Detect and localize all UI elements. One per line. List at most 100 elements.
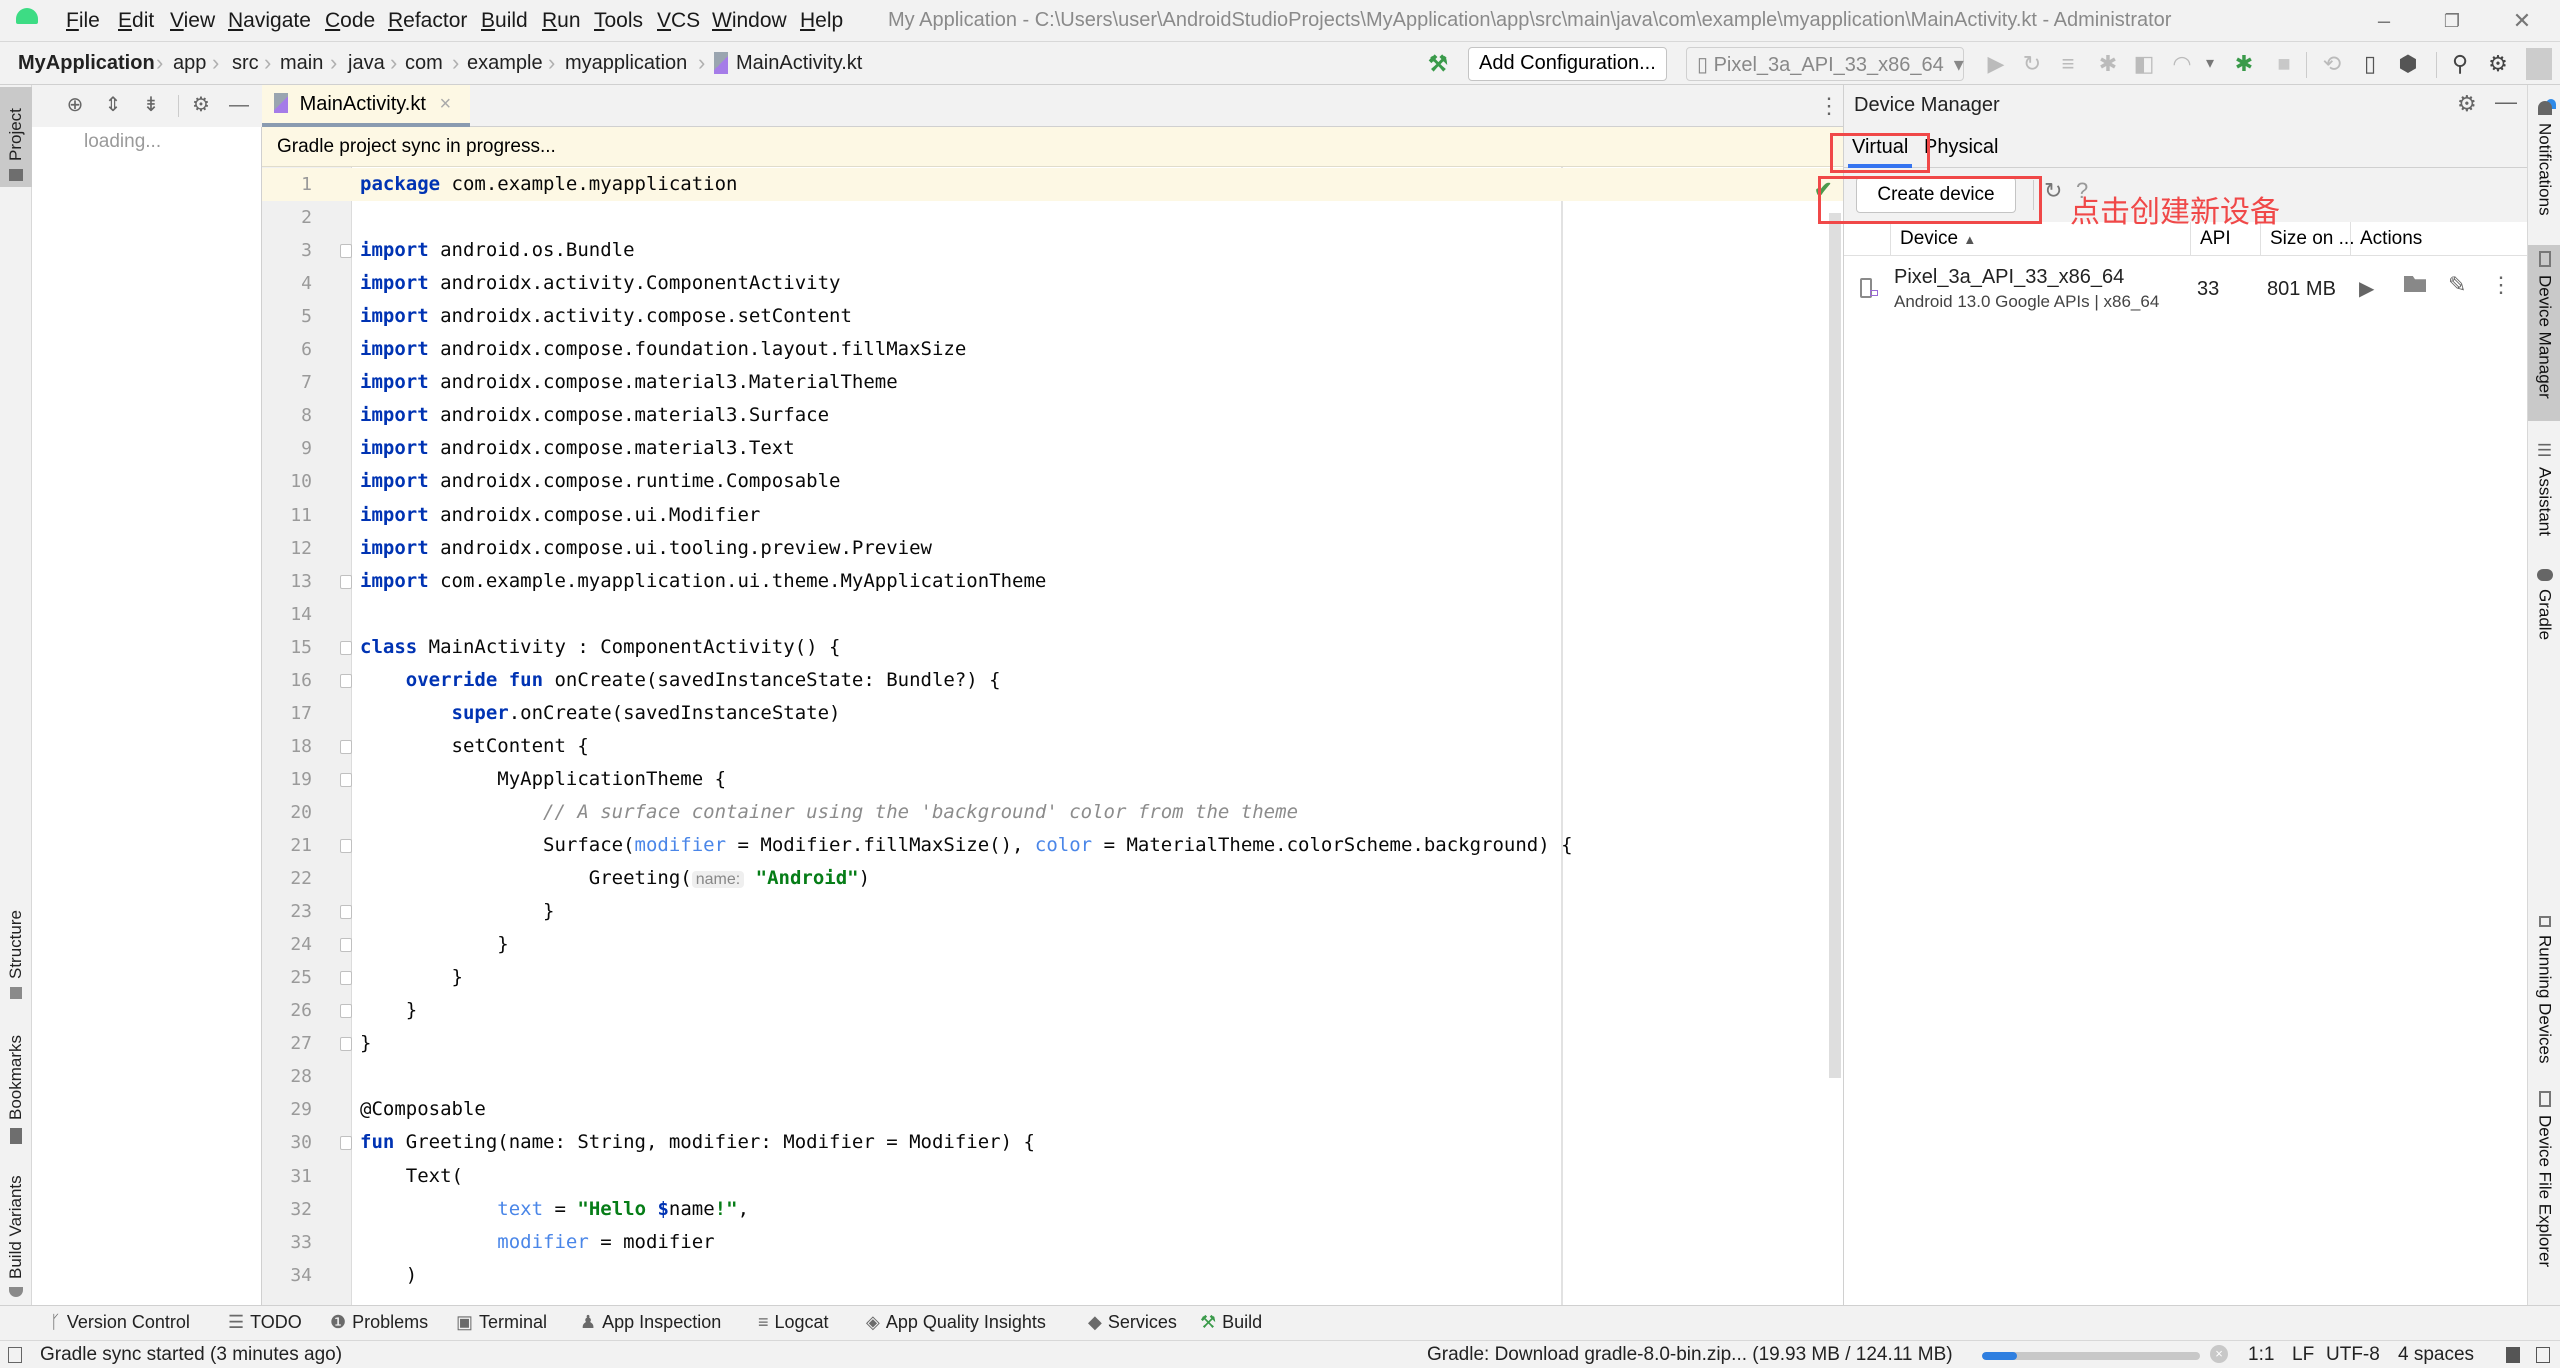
- tool-tab-build-variants[interactable]: Build Variants: [0, 1155, 32, 1303]
- apply-code-changes-icon[interactable]: ≡: [2054, 50, 2082, 78]
- editor-vertical-scrollbar[interactable]: [1829, 213, 1841, 1078]
- code-line[interactable]: 18 setContent {: [262, 730, 1843, 763]
- code-line[interactable]: 24 }: [262, 928, 1843, 961]
- hide-panel-icon[interactable]: —: [226, 92, 252, 118]
- code-line[interactable]: 10 import androidx.compose.runtime.Compos…: [262, 465, 1843, 498]
- breadcrumb-java[interactable]: java: [348, 52, 385, 75]
- refresh-icon[interactable]: ↻: [2044, 178, 2062, 204]
- menu-help[interactable]: Help: [800, 9, 843, 33]
- fold-marker-icon[interactable]: [340, 574, 352, 589]
- menu-refactor[interactable]: Refactor: [388, 9, 467, 33]
- breadcrumb-project[interactable]: MyApplication: [18, 52, 155, 75]
- more-run-options-icon[interactable]: ▾: [2196, 50, 2224, 78]
- fold-marker-icon[interactable]: [340, 1004, 352, 1019]
- fold-marker-icon[interactable]: [340, 905, 352, 920]
- fold-marker-icon[interactable]: [340, 839, 352, 853]
- column-device[interactable]: Device ▲: [1900, 228, 1976, 250]
- tool-window-build[interactable]: ⚒ Build: [1200, 1312, 1262, 1333]
- toggle-tool-windows-icon[interactable]: [8, 1347, 22, 1363]
- code-line[interactable]: 7 import androidx.compose.material3.Mater…: [262, 366, 1843, 399]
- read-only-lock-icon[interactable]: [2506, 1347, 2520, 1363]
- close-window-button[interactable]: ✕: [2502, 6, 2542, 36]
- code-line[interactable]: 23 }: [262, 895, 1843, 928]
- code-line[interactable]: 34 ): [262, 1259, 1843, 1292]
- code-area[interactable]: 1 package com.example.myapplication 2 3 impo…: [262, 167, 1843, 1307]
- launch-device-icon[interactable]: ▶: [2359, 276, 2374, 301]
- tool-window-app-quality-insights[interactable]: ◈ App Quality Insights: [866, 1312, 1046, 1333]
- tool-tab-device-manager[interactable]: Device Manager: [2528, 245, 2560, 421]
- options-gear-icon[interactable]: ⚙: [188, 92, 214, 118]
- caret-position[interactable]: 1:1: [2248, 1344, 2274, 1366]
- menu-navigate[interactable]: Navigate: [228, 9, 311, 33]
- menu-code[interactable]: Code: [325, 9, 375, 33]
- code-line[interactable]: 22 Greeting(name: "Android"): [262, 862, 1843, 895]
- minimize-button[interactable]: –: [2364, 6, 2404, 36]
- fold-marker-icon[interactable]: [340, 739, 352, 754]
- indent-setting[interactable]: 4 spaces: [2398, 1344, 2474, 1366]
- breadcrumb-app[interactable]: app: [173, 52, 206, 75]
- fold-marker-icon[interactable]: [340, 1037, 352, 1052]
- code-line[interactable]: 11 import androidx.compose.ui.Modifier: [262, 499, 1843, 532]
- tool-window-app-inspection[interactable]: ♟ App Inspection: [580, 1312, 721, 1333]
- breadcrumb-src[interactable]: src: [232, 52, 259, 75]
- close-tab-icon[interactable]: ×: [439, 93, 451, 115]
- collapse-all-icon[interactable]: ⇟: [138, 92, 164, 118]
- hide-panel-icon[interactable]: —: [2495, 89, 2517, 115]
- code-line[interactable]: 20 // A surface container using the 'bac…: [262, 796, 1843, 829]
- line-separator[interactable]: LF: [2292, 1344, 2314, 1366]
- menu-edit[interactable]: Edit: [118, 9, 154, 33]
- edit-pencil-icon[interactable]: ✎: [2448, 272, 2466, 298]
- code-line[interactable]: 9 import androidx.compose.material3.Text: [262, 432, 1843, 465]
- device-selector[interactable]: ▯ Pixel_3a_API_33_x86_64 ▾: [1686, 47, 1964, 81]
- maximize-button[interactable]: ❐: [2432, 6, 2472, 36]
- breadcrumb-myapplication[interactable]: myapplication: [565, 52, 687, 75]
- debug-icon[interactable]: ✱: [2094, 50, 2122, 78]
- menu-vcs[interactable]: VCS: [657, 9, 700, 33]
- gradle-sync-icon[interactable]: ⟲: [2318, 50, 2346, 78]
- fold-marker-icon[interactable]: [340, 244, 352, 259]
- tool-window-version-control[interactable]: ᚴ Version Control: [50, 1312, 190, 1333]
- tool-tab-structure[interactable]: Structure: [0, 875, 32, 1005]
- breadcrumb-main[interactable]: main: [280, 52, 323, 75]
- menu-view[interactable]: View: [170, 9, 215, 33]
- code-line[interactable]: 2: [262, 201, 1843, 234]
- tool-tab-notifications[interactable]: Notifications: [2528, 95, 2560, 235]
- code-line[interactable]: 6 import androidx.compose.foundation.layo…: [262, 333, 1843, 366]
- open-folder-icon[interactable]: [2404, 276, 2426, 292]
- breadcrumb-file[interactable]: MainActivity.kt: [736, 52, 862, 75]
- menu-build[interactable]: Build: [481, 9, 528, 33]
- device-manager-icon[interactable]: ▯: [2356, 50, 2384, 78]
- column-size[interactable]: Size on ...: [2270, 228, 2355, 250]
- code-line[interactable]: 30 fun Greeting(name: String, modifier: M…: [262, 1126, 1843, 1159]
- status-message[interactable]: Gradle sync started (3 minutes ago): [40, 1344, 342, 1366]
- fold-marker-icon[interactable]: [340, 772, 352, 787]
- tab-physical[interactable]: Physical: [1924, 136, 1998, 159]
- code-line[interactable]: 12 import androidx.compose.ui.tooling.pre…: [262, 532, 1843, 565]
- code-line[interactable]: 29 @Composable: [262, 1093, 1843, 1126]
- memory-indicator-icon[interactable]: [2536, 1347, 2550, 1363]
- device-manager-settings-icon[interactable]: ⚙: [2457, 91, 2477, 117]
- tool-window-todo[interactable]: ☰ TODO: [228, 1312, 302, 1333]
- column-actions[interactable]: Actions: [2360, 228, 2422, 250]
- code-line[interactable]: 1 package com.example.myapplication: [262, 168, 1843, 201]
- fold-marker-icon[interactable]: [340, 673, 352, 688]
- fold-marker-icon[interactable]: [340, 971, 352, 986]
- code-line[interactable]: 32 text = "Hello $name!",: [262, 1193, 1843, 1226]
- more-tabs-icon[interactable]: ⋮: [1818, 93, 1840, 119]
- editor-tab-mainactivity[interactable]: MainActivity.kt ×: [262, 85, 470, 127]
- tool-window-terminal[interactable]: ▣ Terminal: [456, 1312, 547, 1333]
- settings-gear-icon[interactable]: ⚙: [2484, 50, 2512, 78]
- tool-window-logcat[interactable]: ≡ Logcat: [758, 1312, 829, 1333]
- expand-all-icon[interactable]: ⇕: [100, 92, 126, 118]
- code-line[interactable]: 5 import androidx.activity.compose.setCon…: [262, 300, 1843, 333]
- breadcrumb-com[interactable]: com: [405, 52, 443, 75]
- code-line[interactable]: 25 }: [262, 961, 1843, 994]
- code-line[interactable]: 13 import com.example.myapplication.ui.th…: [262, 565, 1843, 598]
- user-avatar-icon[interactable]: [2526, 48, 2552, 80]
- code-line[interactable]: 16 override fun onCreate(savedInstanceSt…: [262, 664, 1843, 697]
- menu-window[interactable]: Window: [712, 9, 787, 33]
- apply-changes-icon[interactable]: ↻: [2018, 50, 2046, 78]
- code-line[interactable]: 27}: [262, 1027, 1843, 1060]
- menu-file[interactable]: File: [66, 9, 100, 33]
- file-encoding[interactable]: UTF-8: [2326, 1344, 2380, 1366]
